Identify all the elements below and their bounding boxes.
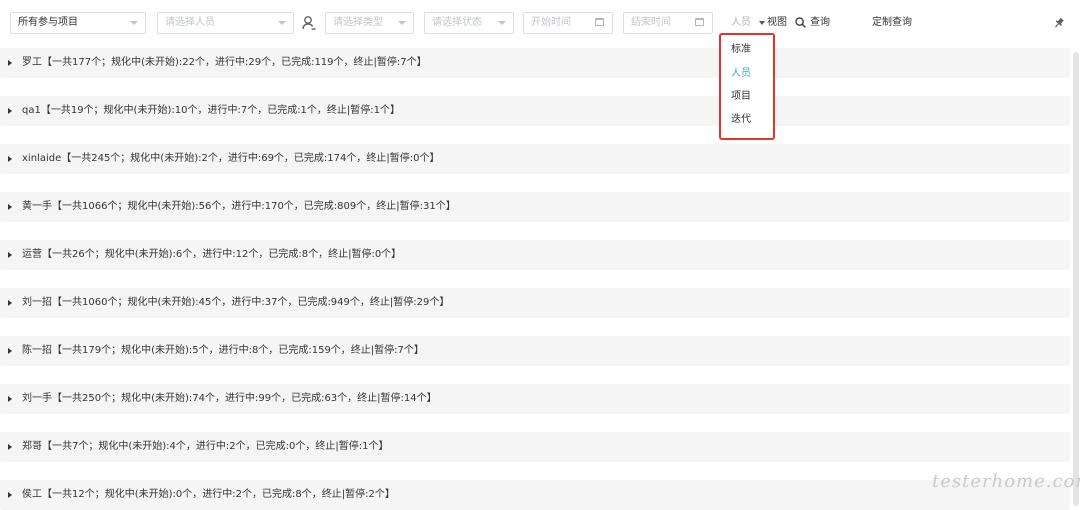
person-select[interactable]: 请选择人员 <box>157 12 294 34</box>
caret-right-icon[interactable] <box>8 348 12 354</box>
group-row[interactable]: 运营【一共26个；规化中(未开始):6个，进行中:12个，已完成:8个，终止|暂… <box>0 240 1070 270</box>
view-option-standard[interactable]: 标准 <box>731 43 751 57</box>
end-time-picker[interactable]: 结束时间 <box>623 12 713 34</box>
view-current-value[interactable]: 人员 <box>731 17 751 29</box>
pin-icon[interactable] <box>1053 17 1065 29</box>
project-filter-value: 所有参与项目 <box>18 17 78 28</box>
view-label[interactable]: 视图 <box>767 17 787 29</box>
custom-query-button[interactable]: 定制查询 <box>872 17 912 29</box>
caret-right-icon[interactable] <box>8 156 12 162</box>
person-placeholder: 请选择人员 <box>165 17 215 28</box>
status-placeholder: 请选择状态 <box>432 17 482 28</box>
type-select[interactable]: 请选择类型 <box>325 12 414 34</box>
group-row-label: 陈一招【一共179个；规化中(未开始):5个，进行中:8个，已完成:159个，终… <box>22 345 424 356</box>
view-option-person[interactable]: 人员 <box>731 67 751 81</box>
chevron-down-icon <box>498 21 506 25</box>
project-filter-select[interactable]: 所有参与项目 <box>10 12 146 34</box>
group-row-label: 刘一招【一共1060个；规化中(未开始):45个，进行中:37个，已完成:949… <box>22 297 450 308</box>
group-row-label: xinlaide【一共245个；规化中(未开始):2个，进行中:69个，已完成:… <box>22 153 440 164</box>
group-row-label: 郑哥【一共7个；规化中(未开始):4个，进行中:2个，已完成:0个，终止|暂停:… <box>22 441 389 452</box>
group-row-label: qa1【一共19个；规化中(未开始):10个，进行中:7个，已完成:1个，终止|… <box>22 105 401 116</box>
watermark: testerhome.com <box>932 471 1080 492</box>
group-row[interactable]: 刘一手【一共250个；规化中(未开始):74个，进行中:99个，已完成:63个，… <box>0 384 1070 414</box>
calendar-icon <box>595 18 604 26</box>
caret-right-icon[interactable] <box>8 60 12 66</box>
end-time-placeholder: 结束时间 <box>631 17 671 28</box>
group-row-label: 刘一手【一共250个；规化中(未开始):74个，进行中:99个，已完成:63个，… <box>22 393 437 404</box>
group-row[interactable]: 刘一招【一共1060个；规化中(未开始):45个，进行中:37个，已完成:949… <box>0 288 1070 318</box>
filter-toolbar: 所有参与项目 请选择人员 请选择类型 请选择状态 开始时间 结束时间 人员 视图… <box>0 0 1080 44</box>
chevron-down-icon <box>278 21 286 25</box>
start-time-placeholder: 开始时间 <box>531 17 571 28</box>
status-select[interactable]: 请选择状态 <box>424 12 514 34</box>
group-row[interactable]: xinlaide【一共245个；规化中(未开始):2个，进行中:69个，已完成:… <box>0 144 1070 174</box>
user-icon[interactable] <box>302 15 316 31</box>
caret-right-icon[interactable] <box>8 300 12 306</box>
caret-right-icon[interactable] <box>8 204 12 210</box>
view-dropdown-menu: 标准 人员 项目 迭代 <box>719 33 775 140</box>
type-placeholder: 请选择类型 <box>333 17 383 28</box>
chevron-down-icon <box>130 21 138 25</box>
group-row-label: 罗工【一共177个；规化中(未开始):22个，进行中:29个，已完成:119个，… <box>22 57 427 68</box>
group-row[interactable]: 黄一手【一共1066个；规化中(未开始):56个，进行中:170个，已完成:80… <box>0 192 1070 222</box>
caret-right-icon[interactable] <box>8 252 12 258</box>
group-row[interactable]: 陈一招【一共179个；规化中(未开始):5个，进行中:8个，已完成:159个，终… <box>0 336 1070 366</box>
group-row[interactable]: 郑哥【一共7个；规化中(未开始):4个，进行中:2个，已完成:0个，终止|暂停:… <box>0 432 1070 462</box>
view-option-project[interactable]: 项目 <box>731 90 751 104</box>
view-option-iteration[interactable]: 迭代 <box>731 113 751 127</box>
search-icon[interactable] <box>795 17 806 28</box>
chevron-down-icon <box>398 21 406 25</box>
chevron-down-icon[interactable] <box>759 21 765 25</box>
caret-right-icon[interactable] <box>8 444 12 450</box>
start-time-picker[interactable]: 开始时间 <box>523 12 613 34</box>
caret-right-icon[interactable] <box>8 492 12 498</box>
caret-right-icon[interactable] <box>8 108 12 114</box>
group-row-label: 侯工【一共12个；规化中(未开始):0个，进行中:2个，已完成:8个，终止|暂停… <box>22 489 395 500</box>
calendar-icon <box>695 18 704 26</box>
group-row-label: 黄一手【一共1066个；规化中(未开始):56个，进行中:170个，已完成:80… <box>22 201 456 212</box>
scrollbar[interactable] <box>1073 52 1079 506</box>
search-button[interactable]: 查询 <box>810 17 830 29</box>
group-row[interactable]: 罗工【一共177个；规化中(未开始):22个，进行中:29个，已完成:119个，… <box>0 48 1070 78</box>
caret-right-icon[interactable] <box>8 396 12 402</box>
group-row-label: 运营【一共26个；规化中(未开始):6个，进行中:12个，已完成:8个，终止|暂… <box>22 249 402 260</box>
group-row[interactable]: qa1【一共19个；规化中(未开始):10个，进行中:7个，已完成:1个，终止|… <box>0 96 1070 126</box>
